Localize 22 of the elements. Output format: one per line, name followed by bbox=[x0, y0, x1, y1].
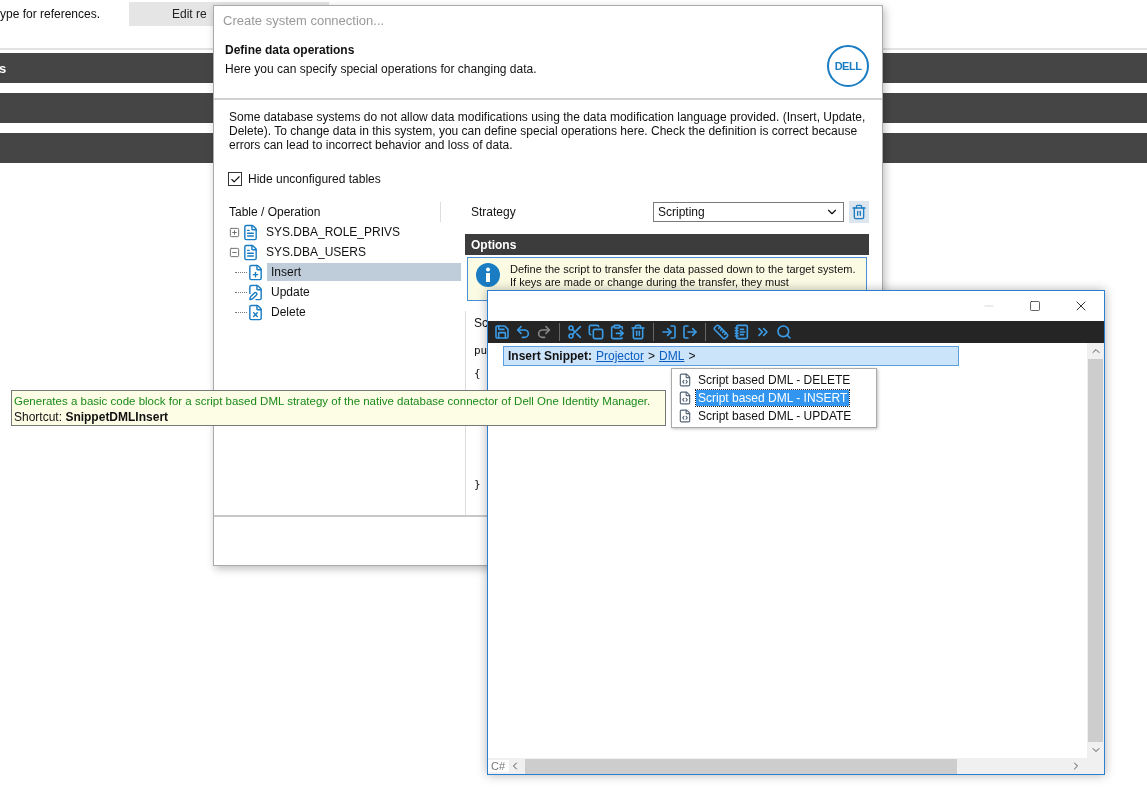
snippet-label: Insert Snippet: bbox=[508, 349, 592, 363]
code-line: { bbox=[474, 367, 481, 380]
tooltip-description: Generates a basic code block for a script based DML strategy of the native database connector of Dell One Identity Manager. bbox=[14, 394, 651, 409]
column-heading: Table / Operation bbox=[229, 205, 321, 219]
strategy-label: Strategy bbox=[471, 205, 517, 219]
section-title: s bbox=[0, 60, 7, 76]
options-header: Options bbox=[465, 234, 869, 255]
language-label: C# bbox=[488, 760, 510, 772]
page-subtitle: Here you can specify special operations for changing data. bbox=[225, 61, 537, 76]
code-line: pu bbox=[474, 344, 488, 357]
script-label: Sc bbox=[474, 316, 488, 330]
logo: DELL bbox=[827, 45, 869, 87]
caption-text: ype for references. bbox=[0, 7, 102, 21]
breadcrumb-separator: > bbox=[688, 349, 696, 363]
checkbox-label: Hide unconfigured tables bbox=[248, 172, 381, 186]
description-text: Some database systems do not allow data modifications using the data modification language provided. (Insert, Update, Delete). To change data in this system, you can define special operations here. Check the definition is correct because errors can lead to incorrect behavior and loss of data. bbox=[229, 110, 867, 152]
info-text: Define the script to transfer the data passed down to the target system. If keys are made or change during the transfer, they must bbox=[510, 263, 857, 290]
tooltip-shortcut: Shortcut: SnippetDMLInsert bbox=[14, 409, 170, 425]
code-line: } bbox=[474, 478, 481, 491]
window-title: Create system connection... bbox=[222, 11, 386, 30]
breadcrumb-separator: > bbox=[648, 349, 656, 363]
page-heading: Define data operations bbox=[225, 42, 356, 57]
